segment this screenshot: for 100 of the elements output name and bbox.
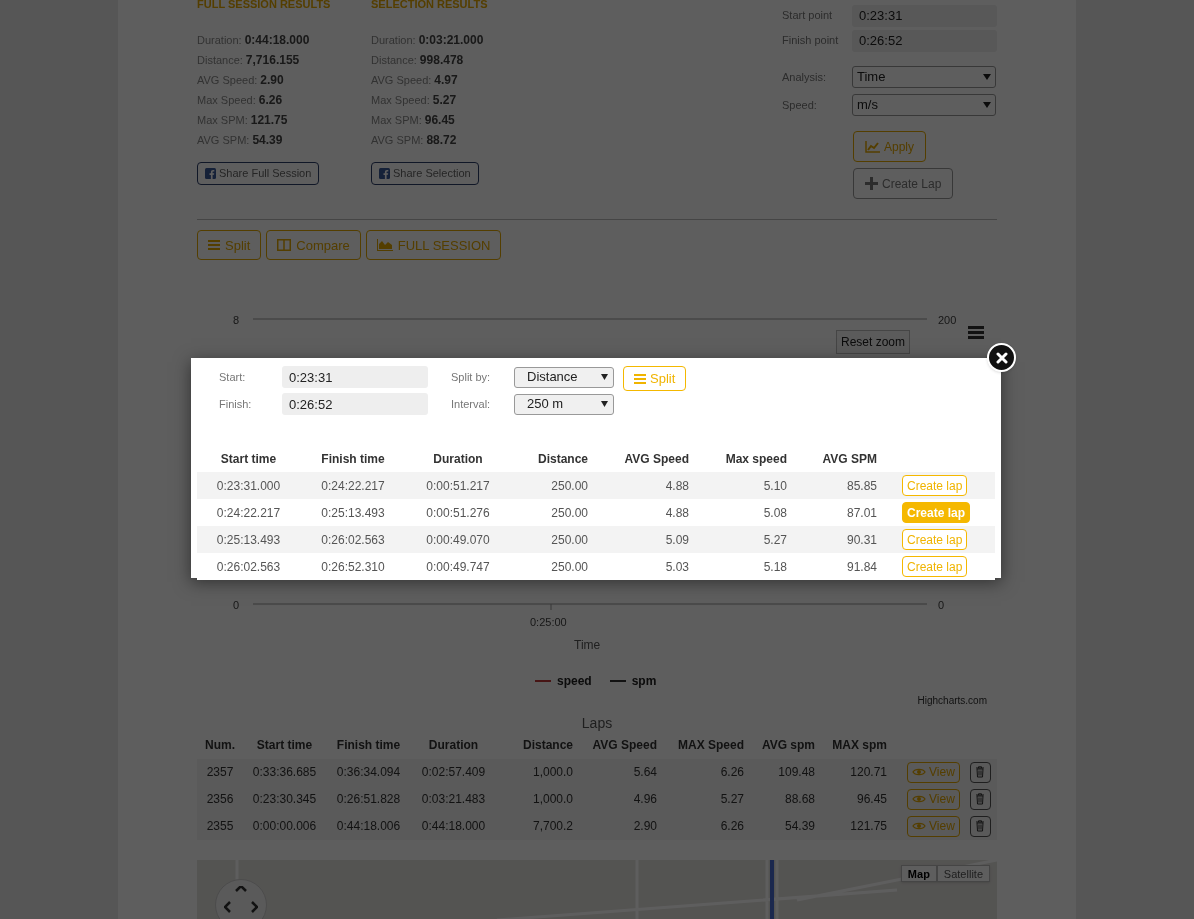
delete-button[interactable] [969,815,991,837]
table-cell-text: 5.27 [719,791,744,809]
table-cell-text: 0:44:18.000 [420,818,487,836]
table-cell-text: 85.85 [845,477,878,495]
column-header: Finish time [335,736,402,754]
column-header: AVG Speed [591,736,657,754]
eye-icon [912,821,926,832]
section-heading: FULL SESSION RESULTS [197,0,332,12]
table-cell-text: 0:00:51.217 [425,477,491,495]
table-cell-text: 2356 [205,791,235,809]
view-button[interactable]: View [907,788,960,810]
credits-link[interactable]: Highcharts.com [917,693,987,709]
table-cell-text: 0:25:13.493 [215,531,282,549]
trash-icon [975,820,986,833]
table-cell-text: 0:26:02.563 [320,531,386,549]
table-cell-text: 0:24:22.217 [215,504,282,522]
dropdown[interactable]: m/s [852,94,996,116]
table-cell-text: 6.26 [719,764,744,782]
field-label: Start: [219,369,247,385]
time-input-field[interactable]: 0:23:31 [852,4,997,27]
time-input-field[interactable]: 0:26:52 [852,29,997,52]
share-button[interactable]: Share Selection [371,162,479,185]
dropdown-caret-icon [601,374,608,380]
column-header: Duration [432,450,484,468]
table-cell-text: 4.96 [632,791,657,809]
stat-value: 54.39 [252,132,283,149]
field-label: Split by: [451,369,492,385]
table-cell-text: 109.48 [777,764,815,782]
dropdown[interactable]: Distance [514,366,614,388]
column-header: Distance [536,450,589,468]
table-cell-text: 5.03 [664,558,690,576]
table-cell-text: 0:03:21.483 [420,791,487,809]
column-header: Distance [521,736,573,754]
table-cell-text: 0:23:31.000 [215,477,282,495]
view-mode-button[interactable]: FULL SESSION [365,230,502,261]
table-cell-text: 91.84 [845,558,878,576]
table-cell-text: 4.88 [664,477,690,495]
facebook-icon [379,168,390,179]
dropdown[interactable]: 250 m [514,393,614,415]
menu-lines-icon [208,239,220,252]
reset-zoom-button[interactable]: Reset zoom [836,330,911,355]
column-header: MAX spm [831,736,887,754]
legend-item[interactable]: spm [609,672,657,691]
legend-line-icon [609,680,626,683]
map-type-button[interactable]: Satellite [936,864,990,882]
split-button[interactable]: Split [623,366,687,391]
pan-control[interactable] [215,878,267,919]
view-button[interactable]: View [907,761,960,783]
legend-item[interactable]: speed [535,672,592,691]
dropdown[interactable]: Time [852,66,996,88]
stat-value: 2.90 [260,72,284,89]
menu-icon [968,326,984,340]
axis-tick-label: 200 [938,313,957,329]
axis-tick-label: 0 [233,598,240,614]
delete-button[interactable] [969,788,991,810]
table-cell-text: 0:23:30.345 [251,791,318,809]
table-cell-text: 250.00 [550,504,589,522]
share-button[interactable]: Share Full Session [197,162,320,185]
table-cell-text: 1,000.0 [531,764,573,782]
axis-tick-label: 8 [233,313,240,329]
axis-tick-label: 0 [938,598,945,614]
create-lap-button[interactable]: Create lap [902,475,968,496]
column-header: Max speed [724,450,788,468]
arrows-icon [224,885,258,913]
table-cell-text: 2.90 [632,818,657,836]
column-header: Num. [204,736,236,754]
column-header: AVG Speed [623,450,690,468]
chart-menu-button[interactable] [968,326,984,340]
create-lap-button[interactable]: Create lap [902,502,971,523]
table-cell-text: 1,000.0 [531,791,573,809]
table-cell-text: 5.09 [664,531,690,549]
apply-button[interactable]: Apply [853,131,927,162]
table-cell-text: 0:00:49.747 [425,558,491,576]
column-header: AVG spm [760,736,815,754]
view-mode-button[interactable]: Compare [266,230,361,261]
delete-button[interactable] [969,761,991,783]
map-type-button[interactable]: Map [900,864,937,882]
table-cell-text: 0:26:51.828 [335,791,402,809]
stat-value: 7,716.155 [245,52,300,69]
time-input-field[interactable]: 0:23:31 [282,366,428,388]
view-mode-button[interactable]: Split [197,230,262,261]
table-title: Laps [580,714,614,731]
time-input-field[interactable]: 0:26:52 [282,393,428,415]
plus-icon [865,177,878,190]
table-cell-text: 0:00:49.070 [425,531,491,549]
table-cell-text: 5.10 [762,477,788,495]
line-chart-icon [865,140,880,153]
trash-icon [975,766,986,779]
map-placeholder[interactable]: Map Satellite [197,859,997,919]
create-lap-button[interactable]: Create lap [902,529,968,550]
view-button[interactable]: View [907,815,960,837]
close-icon [995,351,1008,364]
table-cell-text: 4.88 [664,504,690,522]
table-cell-text: 250.00 [550,531,589,549]
stat-value: 0:03:21.000 [418,32,484,49]
table-cell-text: 0:44:18.006 [335,818,402,836]
column-header: Finish time [320,450,386,468]
dropdown-caret-icon [601,401,608,407]
table-cell-text: 5.27 [762,531,788,549]
create-lap-button[interactable]: Create lap [902,556,968,577]
